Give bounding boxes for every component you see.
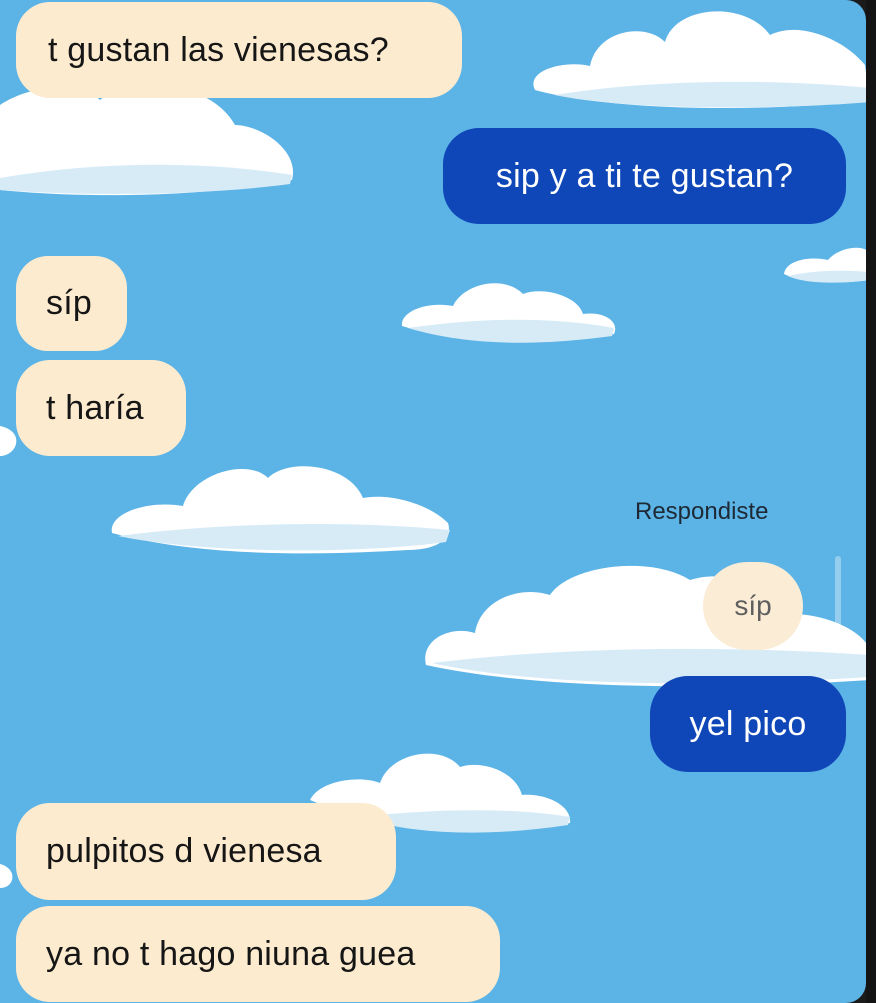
- scrollbar[interactable]: [835, 556, 841, 654]
- cloud-decoration: [111, 466, 450, 554]
- chat-background: t gustan las vienesas? sip y a ti te gus…: [0, 0, 866, 1003]
- message-text: yel pico: [689, 704, 807, 743]
- screen-edge: [866, 0, 876, 1003]
- message-text: síp: [46, 284, 92, 322]
- quoted-message[interactable]: síp: [703, 562, 803, 650]
- cloud-decoration: [0, 85, 294, 196]
- message-text: pulpitos d vienesa: [46, 832, 322, 870]
- outgoing-message[interactable]: yel pico: [650, 676, 846, 772]
- outgoing-message[interactable]: sip y a ti te gustan?: [443, 128, 846, 224]
- quoted-text: síp: [734, 590, 772, 621]
- incoming-message[interactable]: síp: [16, 256, 127, 351]
- incoming-message[interactable]: t haría: [16, 360, 186, 456]
- incoming-message[interactable]: ya no t hago niuna guea: [16, 906, 500, 1002]
- incoming-message[interactable]: pulpitos d vienesa: [16, 803, 396, 900]
- message-text: ya no t hago niuna guea: [46, 934, 416, 973]
- message-text: t haría: [46, 388, 144, 427]
- reply-label: Respondiste: [635, 498, 769, 525]
- cloud-decoration: [533, 11, 866, 109]
- cloud-decoration: [784, 247, 866, 283]
- cloud-decoration: [401, 283, 616, 343]
- message-text: sip y a ti te gustan?: [495, 156, 794, 195]
- message-text: t gustan las vienesas?: [48, 30, 389, 69]
- incoming-message[interactable]: t gustan las vienesas?: [16, 2, 462, 98]
